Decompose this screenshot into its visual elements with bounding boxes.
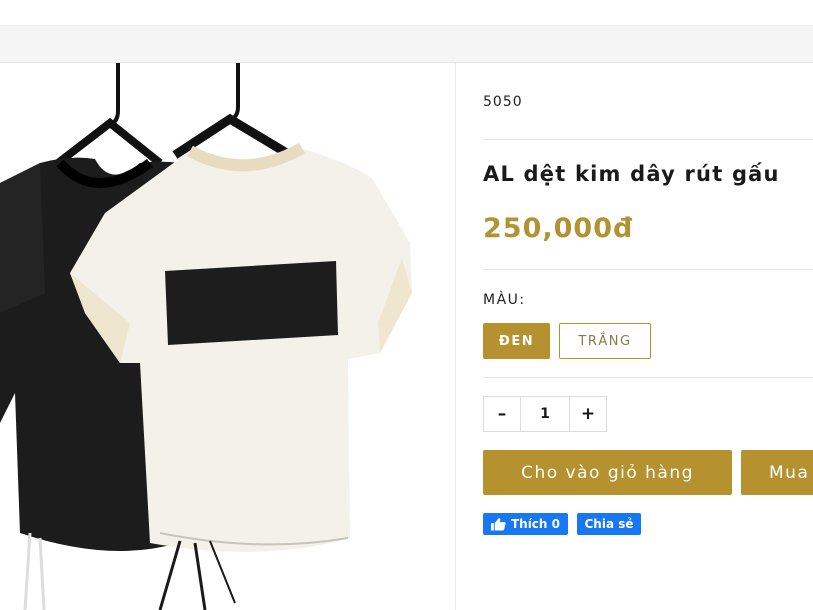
tshirt-photo	[0, 63, 412, 610]
product-title: AL dệt kim dây rút gấu	[483, 162, 780, 186]
buy-now-button[interactable]: Mua	[741, 450, 813, 495]
quantity-input[interactable]: 1	[520, 397, 570, 431]
quantity-minus-button[interactable]: –	[484, 397, 520, 431]
facebook-like-label: Thích 0	[510, 517, 560, 531]
add-to-cart-button[interactable]: Cho vào giỏ hàng	[483, 450, 732, 495]
quantity-stepper: – 1 +	[483, 396, 607, 432]
breadcrumb-bar	[0, 0, 813, 26]
color-option-trang[interactable]: TRẮNG	[559, 323, 651, 359]
quantity-plus-button[interactable]: +	[570, 397, 606, 431]
facebook-like-button[interactable]: Thích 0	[483, 513, 568, 535]
thumbs-up-icon	[491, 518, 506, 531]
column-divider	[455, 63, 456, 610]
facebook-share-button[interactable]: Chia sẻ	[577, 513, 641, 535]
product-price: 250,000đ	[483, 213, 634, 244]
divider	[483, 377, 813, 378]
divider	[483, 139, 813, 140]
product-info: 5050 AL dệt kim dây rút gấu 250,000đ MÀU…	[483, 63, 813, 610]
color-option-den[interactable]: ĐEN	[483, 323, 550, 359]
product-image[interactable]	[0, 63, 455, 610]
color-label: MÀU:	[483, 292, 526, 308]
category-strip	[0, 26, 813, 63]
product-sku: 5050	[483, 94, 523, 110]
divider	[483, 269, 813, 270]
